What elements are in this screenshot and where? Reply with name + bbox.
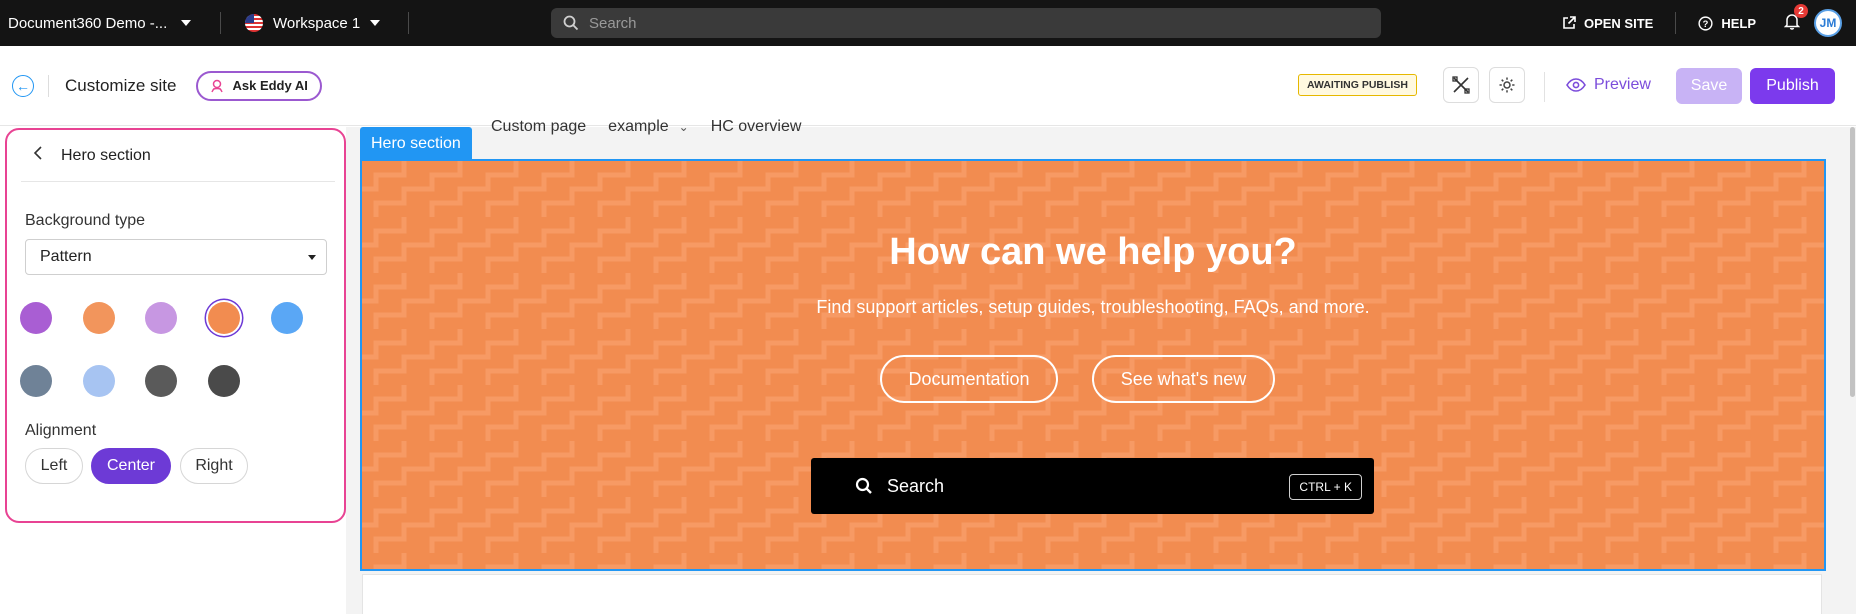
divider [408, 12, 410, 34]
notifications-button[interactable]: 2 [1783, 4, 1808, 33]
svg-text:?: ? [1703, 18, 1709, 28]
hero-title: How can we help you? [889, 231, 1297, 273]
settings-button[interactable] [1489, 67, 1525, 103]
color-swatch[interactable] [208, 365, 240, 397]
search-placeholder: Search [589, 14, 637, 32]
help-label: HELP [1721, 15, 1756, 31]
top-bar: Document360 Demo -... Workspace 1 Search… [0, 0, 1856, 46]
scrollbar-thumb[interactable] [1850, 127, 1855, 397]
color-swatch[interactable] [208, 302, 240, 334]
gear-icon [1499, 77, 1515, 93]
color-swatch[interactable] [20, 365, 52, 397]
color-swatch[interactable] [145, 365, 177, 397]
panel-header: Hero section [21, 130, 335, 182]
project-name: Document360 Demo -... [8, 14, 168, 32]
tools-icon [1452, 76, 1470, 94]
chevron-down-icon: ⌄ [678, 120, 689, 134]
page-body [362, 574, 1822, 614]
global-search-input[interactable]: Search [551, 8, 1381, 38]
hero-section[interactable]: How can we help you? Find support articl… [360, 159, 1826, 571]
external-link-icon [1563, 16, 1576, 29]
whats-new-button[interactable]: See what's new [1092, 355, 1275, 403]
chevron-down-icon [308, 255, 316, 260]
nav-item-example[interactable]: example ⌄ [608, 118, 689, 136]
hero-section-tag[interactable]: Hero section [360, 127, 472, 160]
background-type-value: Pattern [40, 248, 92, 265]
hero-search-label: Search [887, 475, 945, 496]
eye-icon [1566, 78, 1586, 92]
hero-subtitle: Find support articles, setup guides, tro… [816, 297, 1370, 317]
preview-label: Preview [1594, 76, 1651, 93]
chevron-down-icon [181, 20, 192, 26]
editor-toolbar: ← Customize site Ask Eddy AI AWAITING PU… [0, 46, 1856, 126]
panel-title: Hero section [61, 146, 151, 164]
documentation-button[interactable]: Documentation [880, 355, 1058, 403]
alignment-label: Alignment [25, 422, 97, 439]
search-icon [563, 15, 579, 31]
us-flag-icon [245, 14, 263, 32]
divider [48, 74, 49, 97]
nav-item-custom-page[interactable]: Custom page [491, 118, 586, 136]
color-swatch[interactable] [20, 302, 52, 334]
status-badge: AWAITING PUBLISH [1298, 74, 1417, 96]
save-button[interactable]: Save [1676, 68, 1742, 104]
tools-button[interactable] [1443, 67, 1479, 103]
color-swatch[interactable] [83, 365, 115, 397]
color-swatch[interactable] [271, 302, 303, 334]
arrow-left-icon: ← [16, 77, 30, 94]
hero-search-bar[interactable]: Search CTRL + K [811, 458, 1374, 514]
background-type-select[interactable]: Pattern [25, 239, 327, 275]
color-swatch[interactable] [145, 302, 177, 334]
robot-icon [211, 79, 224, 92]
chevron-left-icon[interactable] [33, 146, 43, 165]
open-site-link[interactable]: OPEN SITE [1540, 16, 1675, 31]
help-link[interactable]: ? HELP [1676, 16, 1778, 31]
background-type-label: Background type [25, 212, 146, 229]
ask-eddy-label: Ask Eddy AI [232, 78, 308, 93]
site-nav: Custom page example ⌄ HC overview [491, 118, 801, 136]
hero-settings-panel: Hero section Background type Pattern Ali… [5, 128, 346, 523]
workspace-switcher[interactable]: Workspace 1 [221, 14, 408, 32]
keyboard-shortcut: CTRL + K [1289, 474, 1362, 500]
chevron-down-icon [370, 20, 381, 26]
align-right-button[interactable]: Right [180, 448, 248, 484]
ask-eddy-ai-button[interactable]: Ask Eddy AI [196, 70, 322, 101]
nav-item-label: example [608, 118, 669, 135]
color-swatch[interactable] [83, 302, 115, 334]
preview-button[interactable]: Preview [1566, 67, 1651, 103]
user-avatar[interactable]: JM [1814, 9, 1842, 37]
divider [1544, 72, 1545, 102]
help-icon: ? [1698, 15, 1713, 31]
top-bar-actions: OPEN SITE ? HELP 2 JM [1540, 0, 1856, 46]
search-icon [855, 477, 872, 494]
publish-button[interactable]: Publish [1750, 68, 1835, 104]
back-button[interactable]: ← [12, 74, 34, 97]
project-switcher[interactable]: Document360 Demo -... [0, 15, 220, 32]
page-title: Customize site [65, 75, 177, 95]
workspace-name: Workspace 1 [273, 14, 361, 32]
notification-count-badge: 2 [1794, 4, 1808, 18]
open-site-label: OPEN SITE [1583, 15, 1654, 31]
align-left-button[interactable]: Left [25, 448, 83, 484]
align-center-button[interactable]: Center [91, 448, 171, 484]
nav-item-hc-overview[interactable]: HC overview [711, 118, 802, 136]
